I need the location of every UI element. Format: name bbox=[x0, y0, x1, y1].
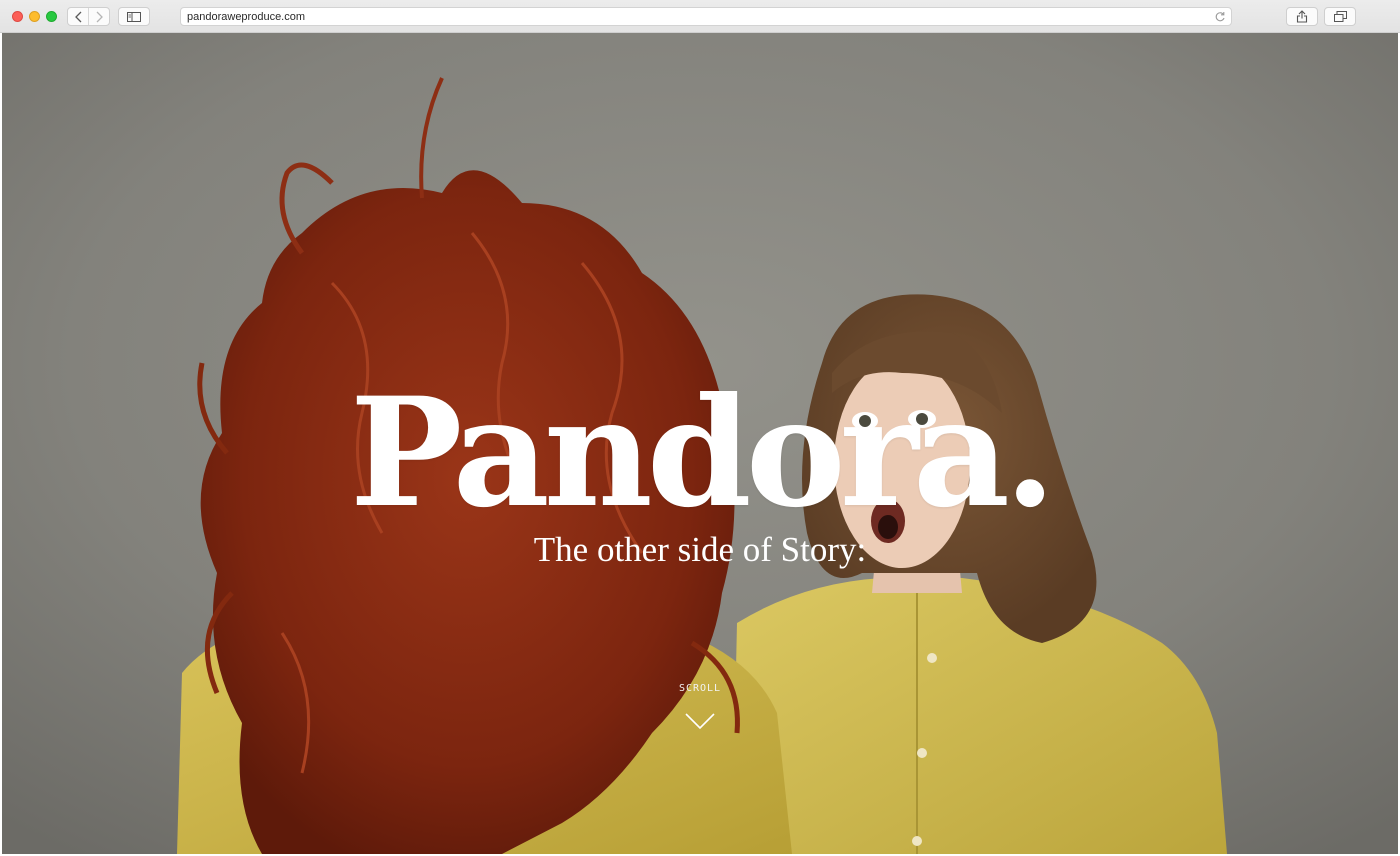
navigation-buttons bbox=[67, 7, 110, 26]
share-button[interactable] bbox=[1286, 7, 1318, 26]
url-text: pandoraweproduce.com bbox=[187, 11, 306, 23]
back-icon bbox=[74, 11, 81, 22]
scroll-label[interactable]: SCROLL bbox=[2, 683, 1398, 694]
show-tabs-button[interactable] bbox=[1324, 7, 1356, 26]
share-icon bbox=[1296, 10, 1308, 23]
hero-title: Pandora. bbox=[349, 365, 1056, 541]
browser-window: pandoraweproduce.com Pandora. The other … bbox=[0, 0, 1400, 856]
close-window-button[interactable] bbox=[12, 11, 23, 22]
sidebar-icon bbox=[127, 11, 141, 22]
back-button[interactable] bbox=[68, 8, 88, 25]
forward-icon bbox=[96, 11, 103, 22]
address-bar[interactable]: pandoraweproduce.com bbox=[180, 7, 1232, 26]
tabs-icon bbox=[1333, 11, 1347, 22]
hero-subtitle: The other side of Story: bbox=[533, 530, 867, 569]
browser-toolbar: pandoraweproduce.com bbox=[0, 0, 1400, 33]
reload-icon[interactable] bbox=[1214, 11, 1226, 23]
forward-button[interactable] bbox=[88, 8, 109, 25]
minimize-window-button[interactable] bbox=[29, 11, 40, 22]
maximize-window-button[interactable] bbox=[46, 11, 57, 22]
sidebar-toggle-button[interactable] bbox=[118, 7, 150, 26]
hero-section: Pandora. The other side of Story: SCROLL bbox=[2, 33, 1398, 854]
chevron-down-icon[interactable] bbox=[685, 711, 715, 731]
